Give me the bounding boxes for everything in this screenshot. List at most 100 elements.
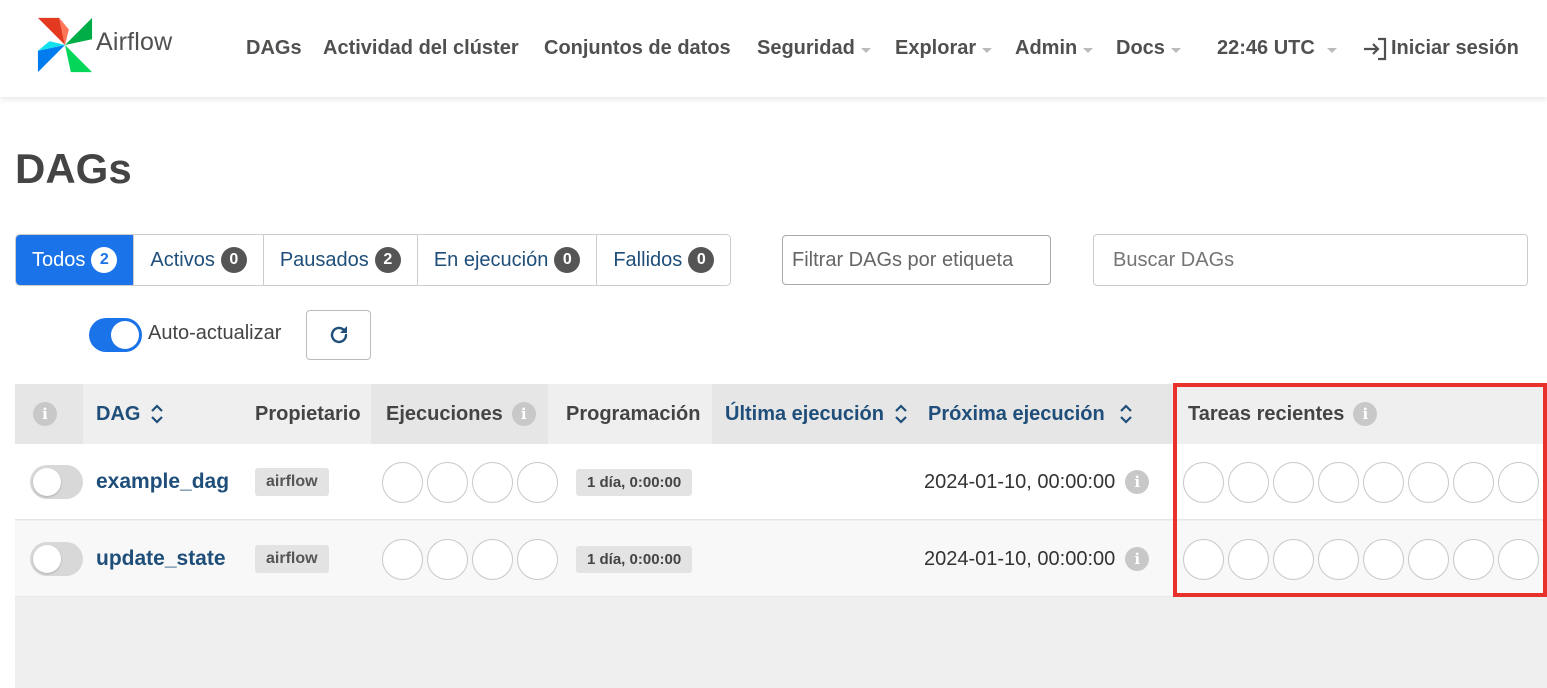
nav-docs-label: Docs	[1116, 37, 1165, 59]
run-state-circle[interactable]	[472, 538, 513, 580]
run-state-circle[interactable]	[427, 461, 468, 503]
nav-browse-dropdown[interactable]: Explorar	[895, 0, 993, 97]
airflow-logo-icon	[37, 17, 93, 73]
task-state-circle[interactable]	[1408, 461, 1449, 503]
airflow-brand[interactable]: Airflow	[36, 16, 172, 74]
filter-all-button[interactable]: Todos 2	[16, 235, 135, 285]
owner-column-header: Propietario	[255, 384, 361, 444]
nav-security-label: Seguridad	[757, 37, 855, 59]
nav-clock-dropdown[interactable]: 22:46 UTC	[1217, 0, 1337, 97]
task-state-circle[interactable]	[1273, 538, 1314, 580]
run-state-circle[interactable]	[517, 461, 558, 503]
auto-refresh-label: Auto-actualizar	[148, 322, 282, 344]
filter-paused-label: Pausados	[279, 248, 369, 271]
filter-running-count: 0	[554, 247, 581, 273]
toggle-knob	[33, 545, 61, 573]
task-state-circle[interactable]	[1228, 461, 1269, 503]
clock-label: 22:46 UTC	[1217, 37, 1315, 59]
runs-circles	[382, 521, 562, 597]
schedule-header-label: Programación	[566, 402, 701, 425]
next-run-header-label: Próxima ejecución	[928, 402, 1105, 425]
owner-tag[interactable]: airflow	[255, 468, 329, 496]
runs-header-label: Ejecuciones	[386, 402, 503, 425]
table-row: example_dag airflow 1 día, 0:00:00 2024-…	[15, 444, 1543, 520]
dag-pause-toggle[interactable]	[30, 542, 83, 576]
refresh-button[interactable]	[306, 310, 371, 360]
task-state-circle[interactable]	[1498, 461, 1539, 503]
task-state-circle[interactable]	[1318, 461, 1359, 503]
login-link[interactable]: Iniciar sesión	[1362, 0, 1519, 97]
filter-active-button[interactable]: Activos 0	[134, 235, 264, 285]
runs-circles	[382, 444, 562, 520]
schedule-column-header: Programación	[566, 384, 700, 444]
nav-datasets-label: Conjuntos de datos	[544, 37, 731, 59]
run-state-circle[interactable]	[382, 538, 423, 580]
tag-filter-select[interactable]: Filtrar DAGs por etiqueta	[782, 235, 1051, 285]
table-header: i DAG Propietario Ejecuciones i Programa…	[15, 384, 1543, 444]
task-state-circle[interactable]	[1363, 461, 1404, 503]
run-state-circle[interactable]	[382, 461, 423, 503]
login-label: Iniciar sesión	[1391, 37, 1519, 59]
task-state-circle[interactable]	[1183, 461, 1224, 503]
caret-down-icon	[1083, 47, 1094, 53]
dag-column-header[interactable]: DAG	[96, 384, 164, 444]
owner-tag[interactable]: airflow	[255, 545, 329, 573]
last-run-column-header[interactable]: Última ejecución	[725, 384, 908, 444]
nav-datasets[interactable]: Conjuntos de datos	[544, 0, 731, 97]
task-state-circle[interactable]	[1363, 538, 1404, 580]
filter-running-button[interactable]: En ejecución 0	[417, 235, 598, 285]
info-icon[interactable]: i	[511, 402, 536, 426]
info-icon[interactable]: i	[1125, 470, 1150, 494]
run-state-circle[interactable]	[427, 538, 468, 580]
task-state-circle[interactable]	[1453, 538, 1494, 580]
nav-dags[interactable]: DAGs	[246, 0, 302, 97]
filter-all-count: 2	[91, 247, 118, 273]
task-state-circle[interactable]	[1408, 538, 1449, 580]
next-run-value: 2024-01-10, 00:00:00	[924, 470, 1116, 493]
dag-name-link[interactable]: update_state	[96, 547, 226, 571]
nav-security-dropdown[interactable]: Seguridad	[757, 0, 871, 97]
recent-tasks-column-header: Tareas recientes i	[1188, 384, 1378, 444]
caret-down-icon	[1170, 47, 1181, 53]
run-state-circle[interactable]	[517, 538, 558, 580]
task-state-circle[interactable]	[1498, 538, 1539, 580]
filter-paused-button[interactable]: Pausados 2	[263, 235, 418, 285]
task-state-circle[interactable]	[1453, 461, 1494, 503]
top-navbar: Airflow DAGs Actividad del clúster Conju…	[0, 0, 1547, 97]
filter-active-label: Activos	[150, 248, 215, 271]
sort-icon	[151, 404, 164, 424]
nav-dags-label: DAGs	[246, 37, 302, 59]
next-run-column-header[interactable]: Próxima ejecución	[928, 384, 1133, 444]
toggle-knob	[111, 321, 139, 349]
nav-browse-label: Explorar	[895, 37, 977, 59]
task-state-circle[interactable]	[1318, 538, 1359, 580]
dag-name-link[interactable]: example_dag	[96, 470, 229, 494]
filter-running-label: En ejecución	[433, 248, 549, 271]
caret-down-icon	[982, 47, 993, 53]
search-dags-input[interactable]	[1093, 234, 1528, 286]
tag-filter-placeholder: Filtrar DAGs por etiqueta	[792, 248, 1014, 271]
info-icon[interactable]: i	[33, 402, 57, 426]
filter-active-count: 0	[220, 247, 247, 273]
auto-refresh-toggle[interactable]	[89, 318, 142, 352]
filter-failed-count: 0	[688, 247, 715, 273]
nav-docs-dropdown[interactable]: Docs	[1116, 0, 1181, 97]
sort-icon	[1119, 404, 1132, 424]
nav-cluster-activity-label: Actividad del clúster	[323, 37, 519, 59]
task-state-circle[interactable]	[1273, 461, 1314, 503]
schedule-tag: 1 día, 0:00:00	[576, 545, 693, 573]
task-state-circle[interactable]	[1228, 538, 1269, 580]
dag-pause-toggle[interactable]	[30, 465, 83, 499]
task-state-circle[interactable]	[1183, 538, 1224, 580]
filter-paused-count: 2	[374, 247, 401, 273]
caret-down-icon	[860, 47, 871, 53]
filter-failed-button[interactable]: Fallidos 0	[597, 235, 731, 285]
run-state-circle[interactable]	[472, 461, 513, 503]
nav-admin-dropdown[interactable]: Admin	[1015, 0, 1094, 97]
info-icon[interactable]: i	[1125, 547, 1150, 571]
info-icon[interactable]: i	[1353, 402, 1378, 426]
schedule-tag: 1 día, 0:00:00	[576, 468, 693, 496]
recent-tasks-circles	[1183, 521, 1543, 597]
nav-cluster-activity[interactable]: Actividad del clúster	[323, 0, 519, 97]
nav-admin-label: Admin	[1015, 37, 1078, 59]
